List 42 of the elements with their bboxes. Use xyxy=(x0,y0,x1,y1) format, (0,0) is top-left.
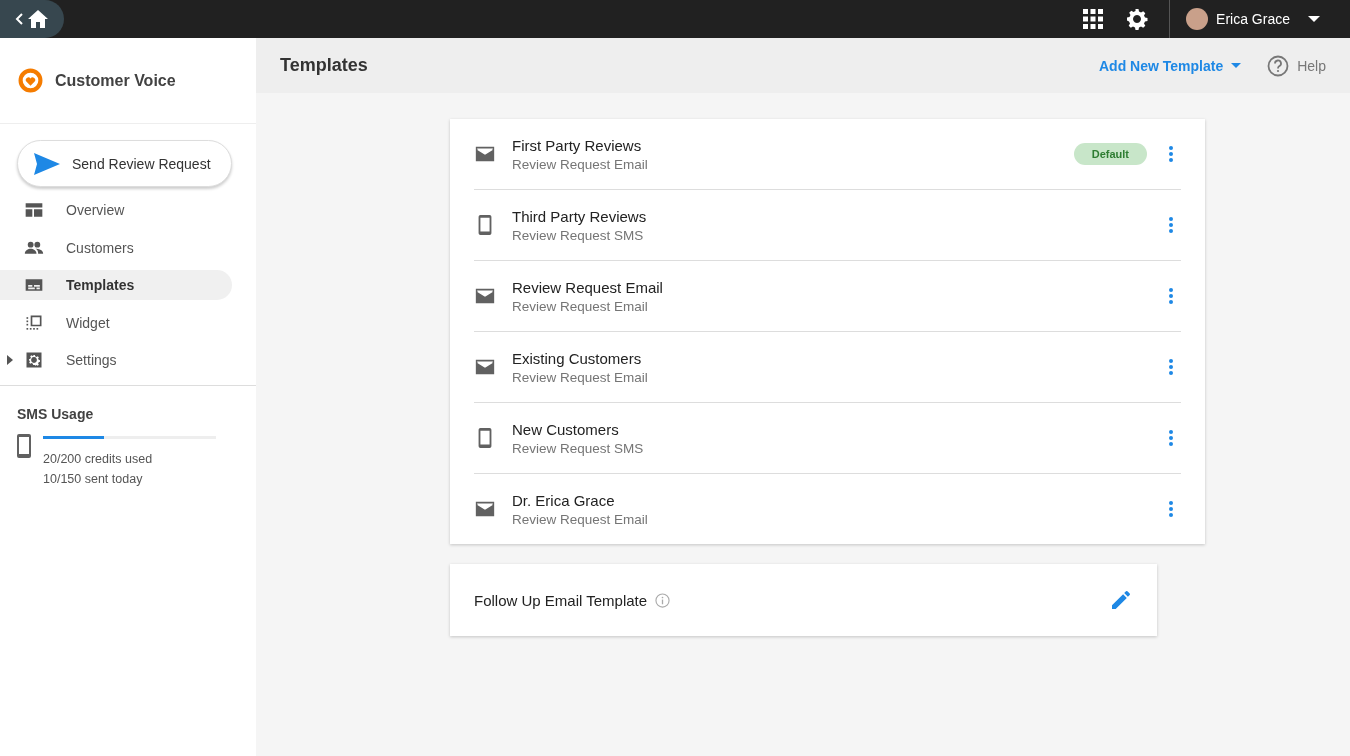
send-icon xyxy=(34,152,60,175)
nav-item[interactable]: Templates xyxy=(0,270,232,301)
nav-item[interactable]: Customers xyxy=(0,232,232,263)
nav-item[interactable]: Settings xyxy=(0,345,232,376)
template-name: New Customers xyxy=(512,420,620,438)
default-badge: Default xyxy=(1073,143,1147,165)
sent-today: 10/150 sent today xyxy=(43,471,144,489)
nav-item[interactable]: Widget xyxy=(0,307,232,338)
apps-grid-icon[interactable] xyxy=(1081,7,1106,31)
follow-up-title: Follow Up Email Template xyxy=(474,591,648,609)
template-name: Dr. Erica Grace xyxy=(512,491,616,509)
logo-icon xyxy=(18,68,43,93)
template-type: Review Request Email xyxy=(512,156,649,172)
template-name: Third Party Reviews xyxy=(512,207,648,225)
template-name: Review Request Email xyxy=(512,278,664,296)
overview-icon xyxy=(24,200,44,220)
phone-icon xyxy=(17,434,31,459)
template-type: Review Request SMS xyxy=(512,227,645,243)
back-icon xyxy=(15,13,23,25)
help-icon xyxy=(1267,54,1290,77)
caret-icon xyxy=(1231,63,1242,68)
sms-usage-title: SMS Usage xyxy=(17,406,95,423)
caret-icon xyxy=(1308,16,1320,22)
template-name: Existing Customers xyxy=(512,349,643,367)
home-button[interactable] xyxy=(0,0,64,38)
send-review-request-button[interactable]: Send Review Request xyxy=(17,140,232,187)
page-title: Templates xyxy=(280,55,369,76)
settings-icon xyxy=(24,350,44,371)
house-icon xyxy=(27,9,49,29)
template-type: Review Request Email xyxy=(512,511,649,527)
app-name: Customer Voice xyxy=(55,71,176,90)
template-type: Review Request SMS xyxy=(512,440,645,456)
credits-used: 20/200 credits used xyxy=(43,451,154,469)
nav-item[interactable]: Overview xyxy=(0,195,232,225)
template-type: Review Request Email xyxy=(512,369,649,385)
help-button[interactable]: Help xyxy=(1267,54,1326,77)
template-type: Review Request Email xyxy=(512,298,649,314)
template-name: First Party Reviews xyxy=(512,136,643,154)
avatar xyxy=(1186,8,1209,30)
settings-icon[interactable] xyxy=(1125,7,1150,31)
info-icon xyxy=(655,592,671,608)
edit-icon[interactable] xyxy=(1109,588,1133,612)
